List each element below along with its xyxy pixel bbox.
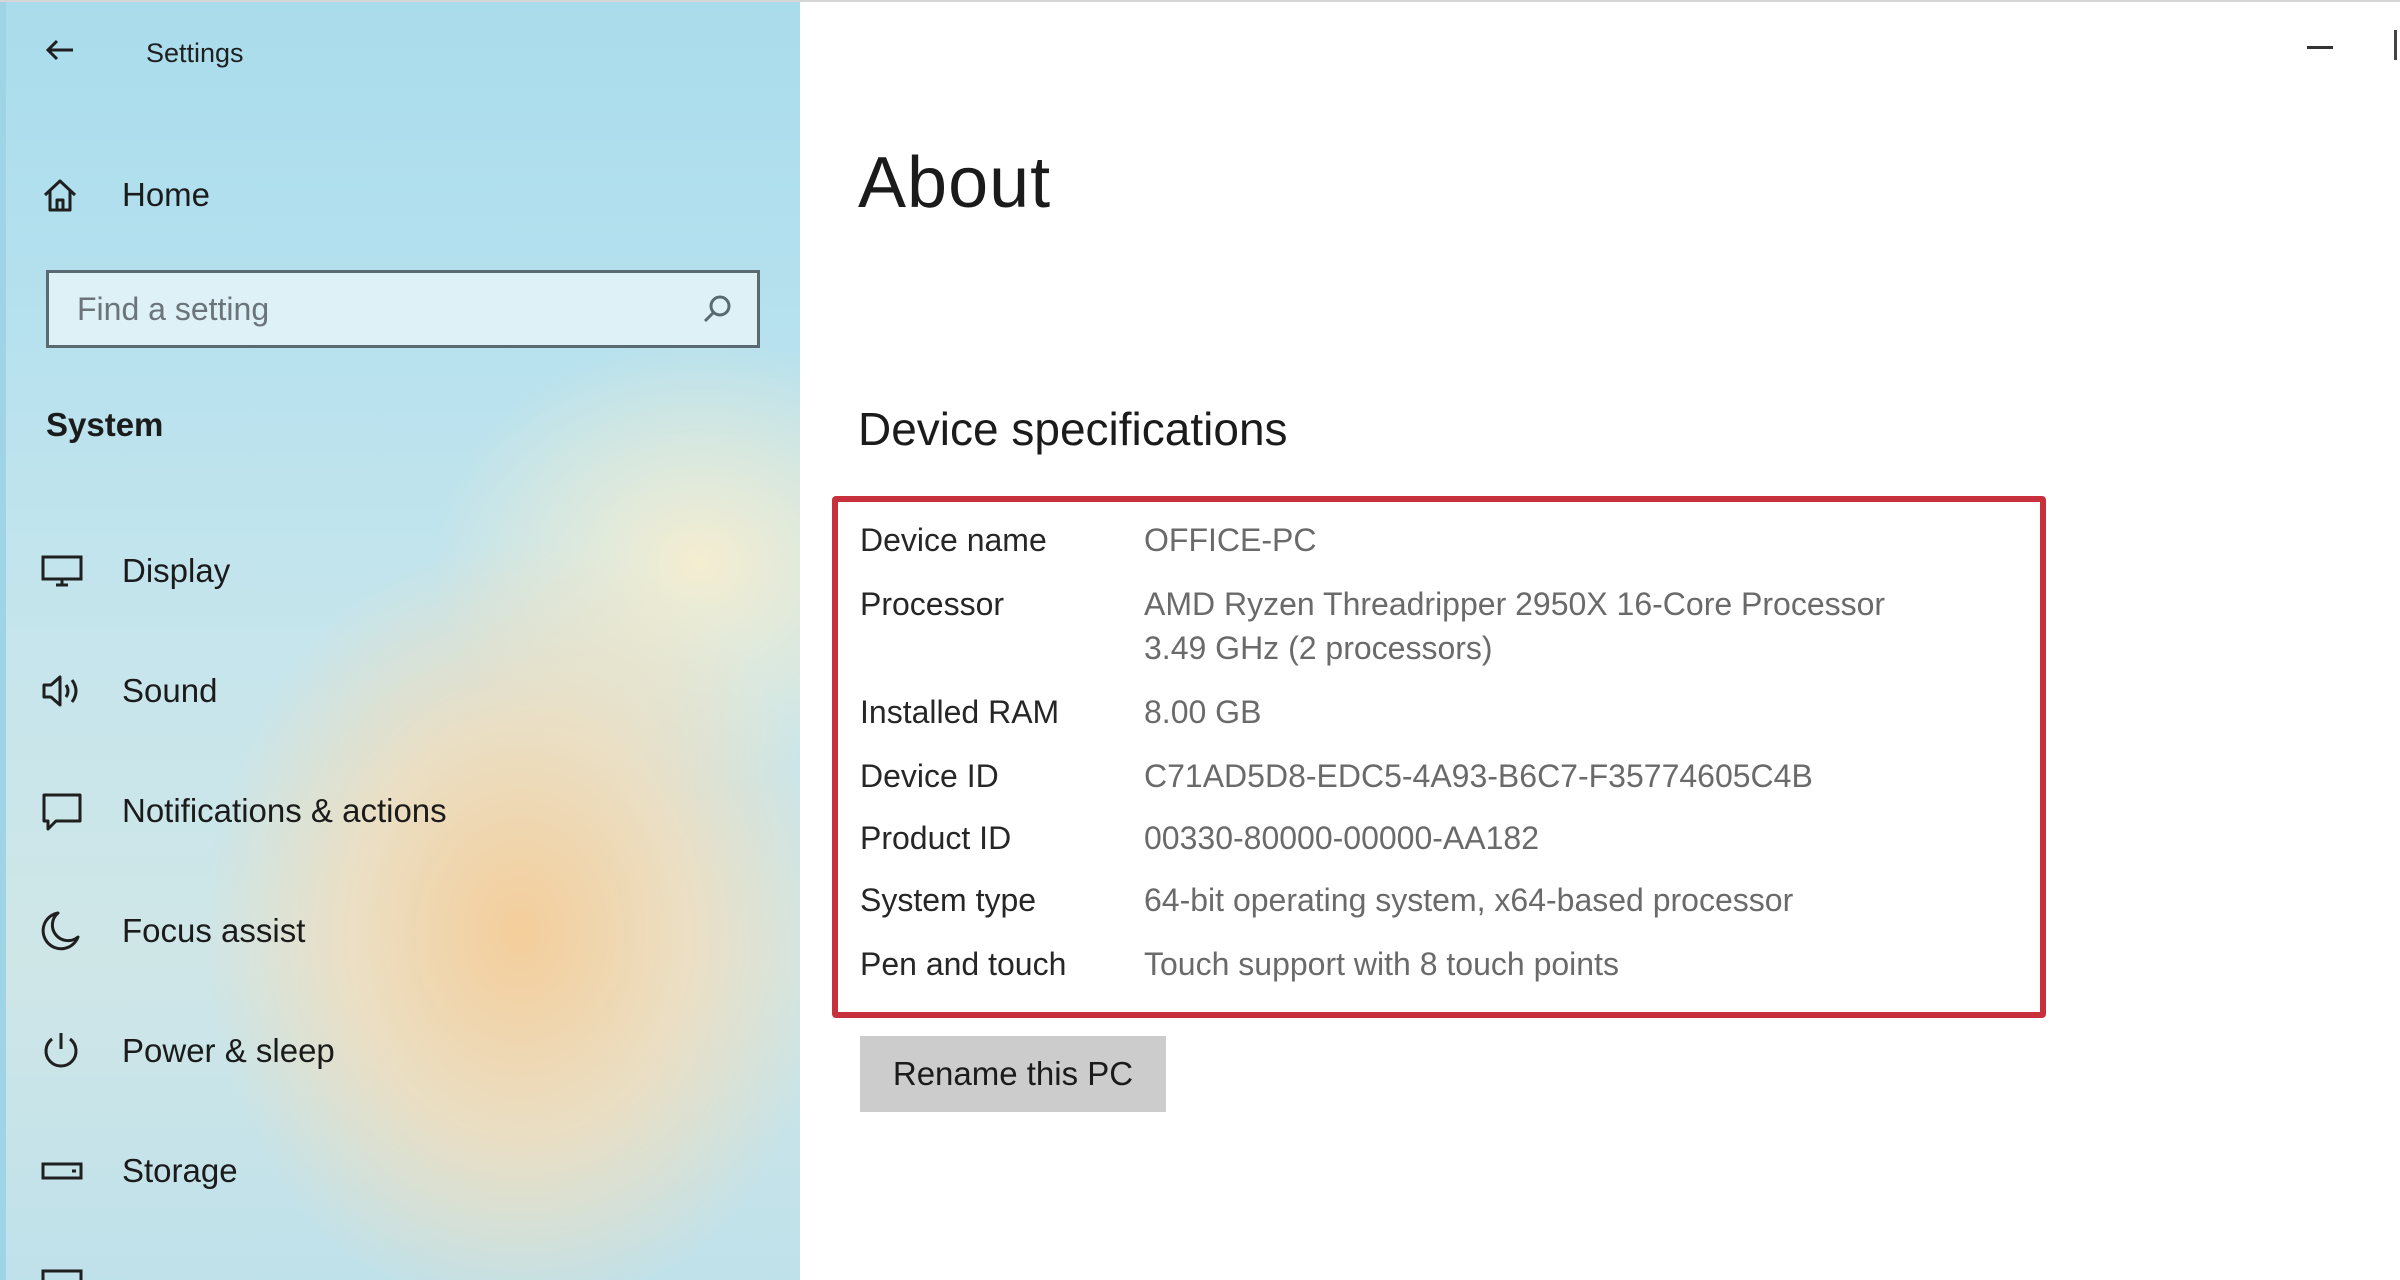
sidebar-item-focus-assist[interactable]: Focus assist	[40, 898, 780, 964]
spec-value: 00330-80000-00000-AA182	[1144, 820, 1539, 856]
spec-value-line2: 3.49 GHz (2 processors)	[1144, 630, 1493, 666]
main-content: About Device specifications Device name …	[800, 2, 2400, 1280]
spec-value: 64-bit operating system, x64-based proce…	[1144, 882, 1794, 918]
spec-label: System type	[860, 882, 1037, 918]
sidebar-item-label: Storage	[122, 1152, 238, 1189]
device-specifications-heading: Device specifications	[858, 403, 1288, 455]
app-title: Settings	[146, 38, 244, 68]
spec-value: C71AD5D8-EDC5-4A93-B6C7-F35774605C4B	[1144, 758, 1813, 794]
back-button[interactable]	[40, 30, 80, 70]
sidebar-item-label: Notifications & actions	[122, 792, 447, 829]
spec-row-processor: Processor AMD Ryzen Threadripper 2950X 1…	[860, 582, 1885, 670]
sidebar-item-notifications[interactable]: Notifications & actions	[40, 778, 780, 844]
nav-home-label: Home	[122, 176, 211, 213]
sidebar-item-label: Focus assist	[122, 912, 306, 949]
sidebar-item-label: Power & sleep	[122, 1032, 335, 1069]
spec-label: Installed RAM	[860, 694, 1060, 730]
spec-row-system-type: System type 64-bit operating system, x64…	[860, 878, 1793, 922]
back-arrow-icon	[45, 39, 73, 61]
search-input[interactable]	[75, 289, 697, 329]
sidebar-item-tablet-partial[interactable]	[40, 1252, 780, 1280]
sidebar-item-power-sleep[interactable]: Power & sleep	[40, 1018, 780, 1084]
search-icon[interactable]	[697, 289, 737, 329]
page-title: About	[858, 143, 1052, 223]
home-icon	[40, 169, 92, 221]
spec-row-device-id: Device ID C71AD5D8-EDC5-4A93-B6C7-F35774…	[860, 754, 1813, 798]
settings-window: Settings Home System	[0, 0, 2400, 1280]
minimize-icon	[2307, 45, 2333, 49]
power-icon	[40, 1025, 92, 1077]
spec-label: Device ID	[860, 758, 999, 794]
sidebar-item-sound[interactable]: Sound	[40, 658, 780, 724]
notifications-icon	[40, 785, 92, 837]
tablet-icon	[40, 1259, 92, 1280]
maximize-icon	[2394, 30, 2397, 60]
rename-pc-button[interactable]: Rename this PC	[860, 1036, 1166, 1112]
nav-home[interactable]: Home	[40, 162, 780, 228]
spec-value: OFFICE-PC	[1144, 522, 1317, 558]
spec-row-installed-ram: Installed RAM 8.00 GB	[860, 690, 1261, 734]
search-box[interactable]	[46, 270, 760, 348]
sidebar-edge	[0, 2, 6, 1280]
spec-label: Processor	[860, 586, 1005, 622]
section-heading-system: System	[46, 406, 164, 443]
focus-assist-icon	[40, 905, 92, 957]
spec-label: Pen and touch	[860, 946, 1067, 982]
spec-row-device-name: Device name OFFICE-PC	[860, 518, 1316, 562]
storage-icon	[40, 1145, 92, 1197]
sidebar: Settings Home System	[0, 2, 800, 1280]
maximize-button[interactable]	[2392, 30, 2398, 60]
spec-label: Device name	[860, 522, 1047, 558]
spec-label: Product ID	[860, 820, 1012, 856]
sidebar-item-display[interactable]: Display	[40, 538, 780, 604]
spec-row-pen-touch: Pen and touch Touch support with 8 touch…	[860, 942, 1619, 986]
minimize-button[interactable]	[2290, 22, 2350, 72]
display-icon	[40, 545, 92, 597]
spec-row-product-id: Product ID 00330-80000-00000-AA182	[860, 816, 1539, 860]
sidebar-item-label: Sound	[122, 672, 218, 709]
spec-value: 8.00 GB	[1144, 694, 1262, 730]
sidebar-item-storage[interactable]: Storage	[40, 1138, 780, 1204]
sidebar-item-label: Display	[122, 552, 231, 589]
spec-value: AMD Ryzen Threadripper 2950X 16-Core Pro…	[1144, 586, 1886, 622]
spec-value-group: AMD Ryzen Threadripper 2950X 16-Core Pro…	[1144, 582, 1885, 670]
spec-value: Touch support with 8 touch points	[1144, 946, 1619, 982]
sound-icon	[40, 665, 92, 717]
